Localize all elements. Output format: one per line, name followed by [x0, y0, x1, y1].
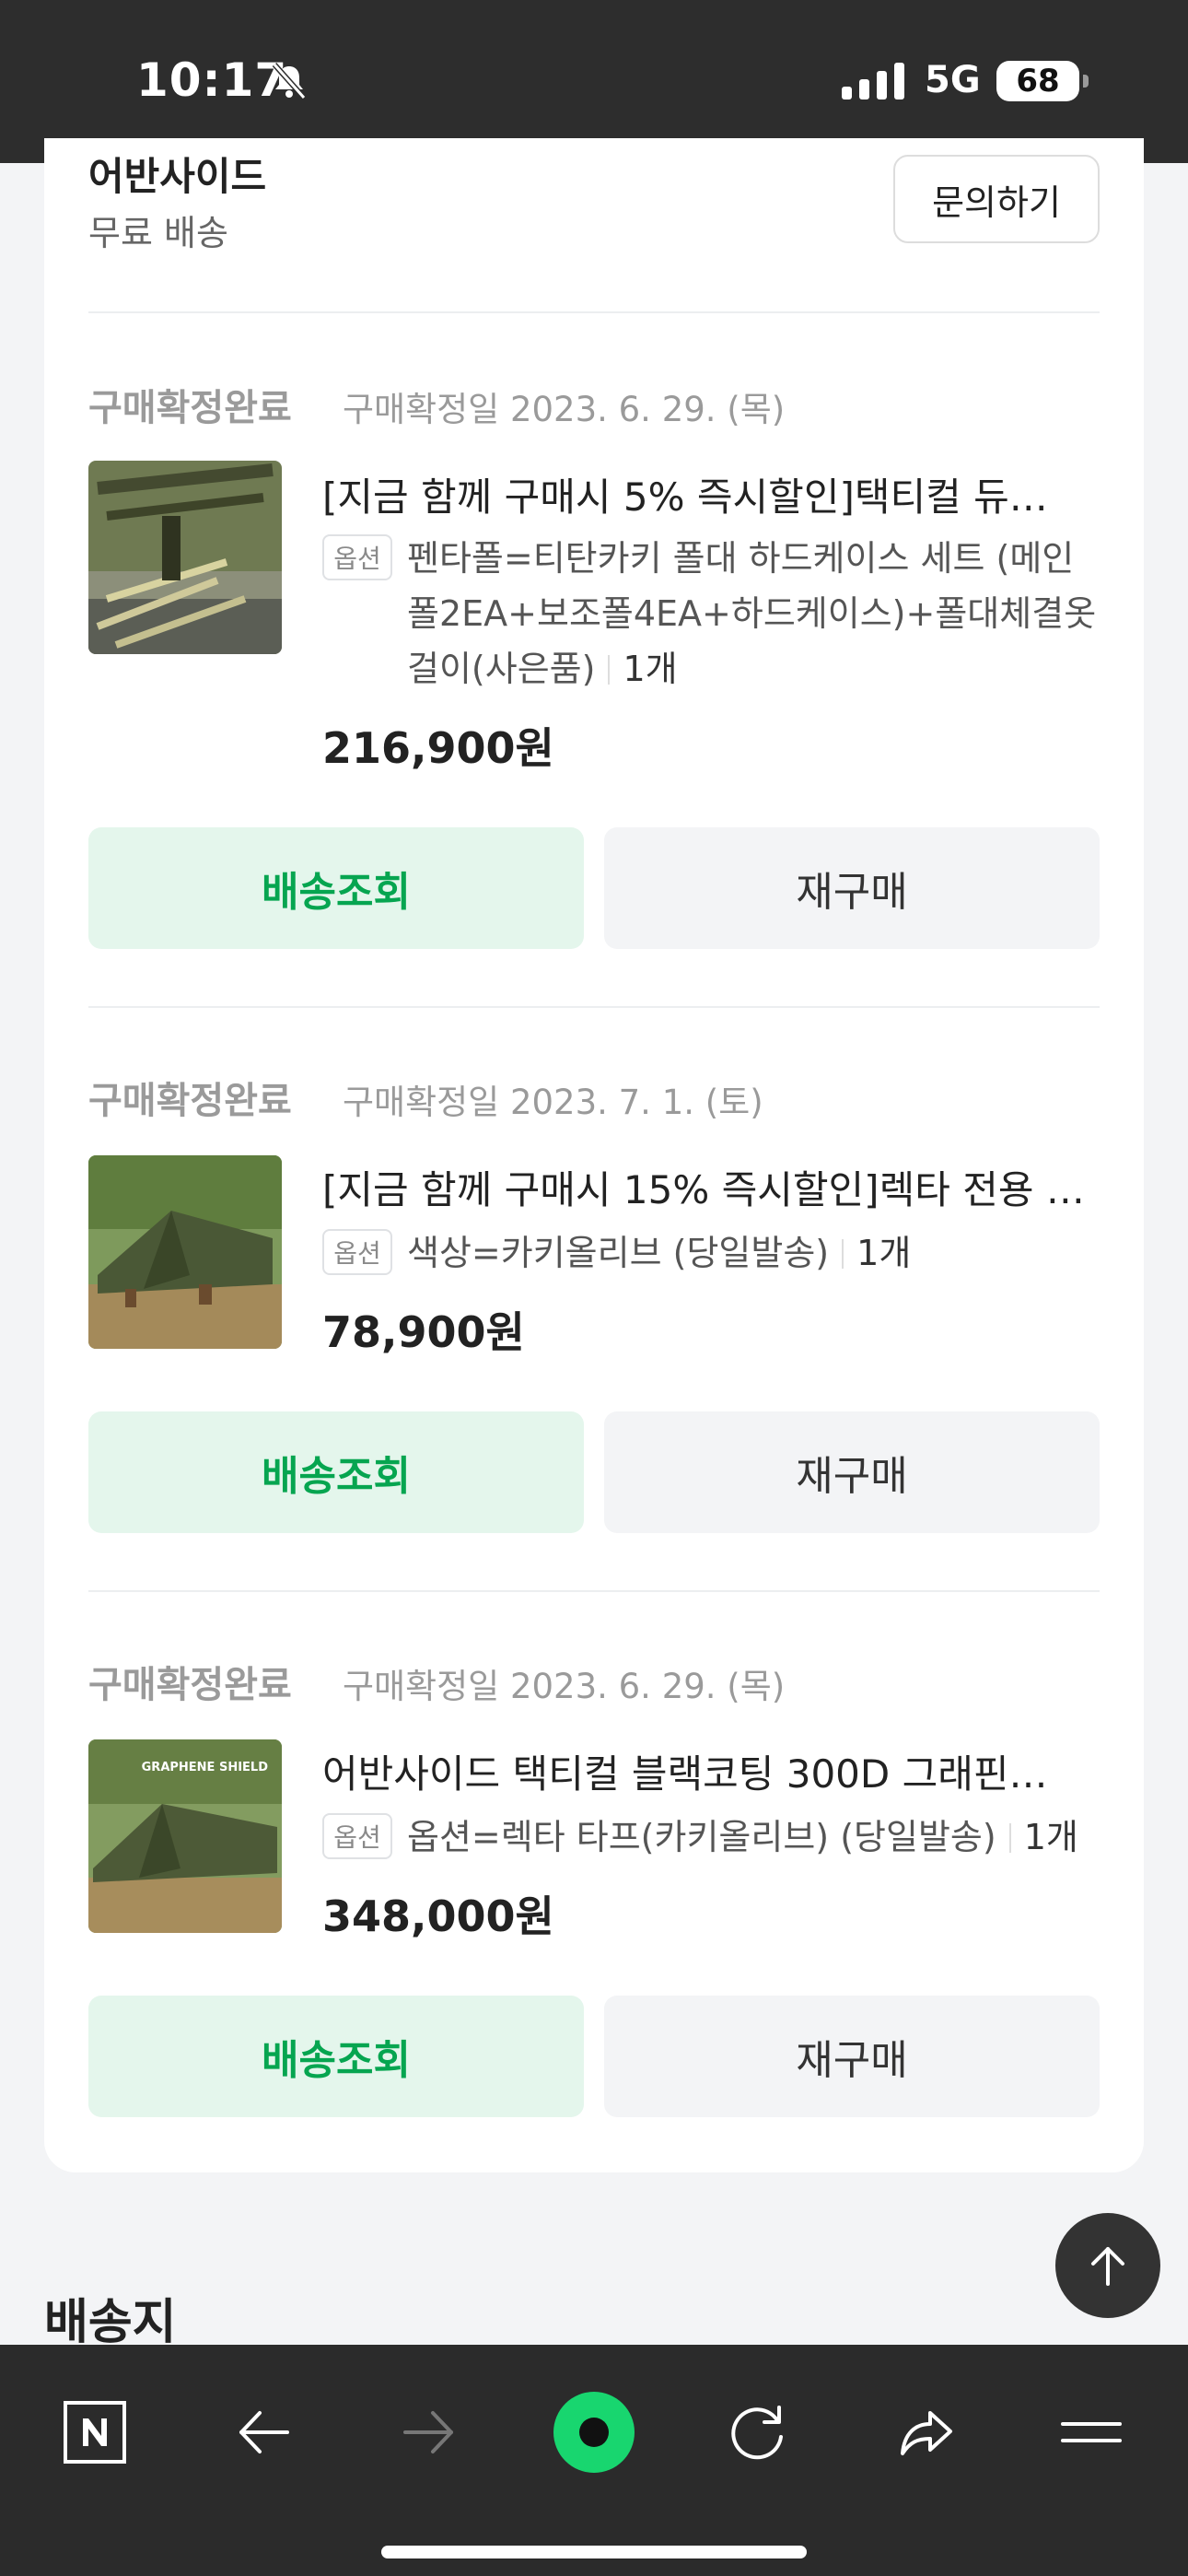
quantity: 1개 [856, 1233, 912, 1273]
option-text: 색상=카키올리브 (당일발송) 1개 [407, 1225, 1100, 1281]
product-title[interactable]: [지금 함께 구매시 5% 즉시할인]택티컬 듀… [322, 466, 1100, 522]
scroll-top-icon [1091, 2247, 1124, 2286]
share-button[interactable] [875, 2382, 976, 2483]
back-button[interactable] [214, 2382, 315, 2483]
browser-toolbar [0, 2345, 1188, 2576]
forward-button[interactable] [378, 2382, 479, 2483]
option-value: 옵션=렉타 타프(카키올리브) (당일발송) [407, 1817, 996, 1857]
quantity: 1개 [623, 649, 678, 689]
bell-slash-icon [272, 63, 307, 100]
product-title[interactable]: [지금 함께 구매시 15% 즉시할인]렉타 전용 … [322, 1159, 1100, 1215]
rebuy-button[interactable]: 재구매 [604, 1411, 1100, 1533]
reload-button[interactable] [707, 2382, 809, 2483]
product-thumbnail[interactable]: GRAPHENE SHIELD [88, 1739, 282, 1933]
rebuy-button[interactable]: 재구매 [604, 827, 1100, 949]
inquiry-button[interactable]: 문의하기 [893, 155, 1100, 243]
quantity: 1개 [1023, 1817, 1078, 1857]
thumb-text: GRAPHENE SHIELD [142, 1761, 269, 1774]
rebuy-button[interactable]: 재구매 [604, 1996, 1100, 2117]
option-badge: 옵션 [322, 534, 392, 580]
section-title-shipping-address: 배송지 [44, 2295, 177, 2350]
reload-icon [731, 2406, 783, 2460]
option-badge: 옵션 [322, 1813, 392, 1859]
divider [88, 1006, 1100, 1008]
option-text: 펜타폴=티탄카키 폴대 하드케이스 세트 (메인폴2EA+보조폴4EA+하드케이… [407, 531, 1100, 697]
home-indicator[interactable] [381, 2546, 807, 2558]
order-date: 구매확정일 2023. 6. 29. (목) [343, 1667, 786, 1706]
order-date: 구매확정일 2023. 7. 1. (토) [343, 1083, 763, 1122]
battery-indicator: 68 [996, 61, 1089, 101]
menu-icon [1061, 2422, 1122, 2442]
naver-home-button[interactable] [44, 2382, 146, 2483]
green-dot-button[interactable] [543, 2382, 645, 2483]
track-delivery-button[interactable]: 배송조회 [88, 1996, 584, 2117]
option-value: 색상=카키올리브 (당일발송) [407, 1233, 830, 1273]
divider [88, 311, 1100, 313]
signal-icon [842, 63, 904, 100]
forward-arrow-icon [403, 2411, 453, 2453]
naver-n-icon [64, 2401, 126, 2464]
product-thumbnail[interactable] [88, 1155, 282, 1349]
option-badge: 옵션 [322, 1229, 392, 1275]
separator [608, 655, 611, 685]
track-delivery-button[interactable]: 배송조회 [88, 1411, 584, 1533]
separator [1008, 1823, 1011, 1853]
price: 78,900원 [322, 1307, 525, 1357]
share-icon [901, 2411, 952, 2455]
order-status: 구매확정완료 [88, 387, 292, 429]
product-thumbnail[interactable] [88, 461, 282, 654]
order-status: 구매확정완료 [88, 1664, 292, 1706]
price: 216,900원 [322, 723, 554, 773]
option-text: 옵션=렉타 타프(카키올리브) (당일발송) 1개 [407, 1809, 1100, 1865]
separator [842, 1239, 844, 1269]
shipping-info: 무료 배송 [88, 213, 228, 253]
seller-name[interactable]: 어반사이드 [88, 146, 266, 202]
clock: 10:17 [136, 53, 288, 107]
divider [88, 1590, 1100, 1592]
back-arrow-icon [239, 2411, 289, 2453]
order-status: 구매확정완료 [88, 1080, 292, 1122]
track-delivery-button[interactable]: 배송조회 [88, 827, 584, 949]
network-type: 5G [925, 59, 981, 101]
order-date: 구매확정일 2023. 6. 29. (목) [343, 390, 786, 429]
option-value: 펜타폴=티탄카키 폴대 하드케이스 세트 (메인폴2EA+보조폴4EA+하드케이… [407, 538, 1097, 689]
green-dot-icon [553, 2392, 635, 2473]
product-title[interactable]: 어반사이드 택티컬 블랙코팅 300D 그래핀… [322, 1743, 1100, 1799]
menu-button[interactable] [1041, 2382, 1142, 2483]
scroll-top-button[interactable] [1055, 2213, 1160, 2318]
price: 348,000원 [322, 1891, 554, 1941]
